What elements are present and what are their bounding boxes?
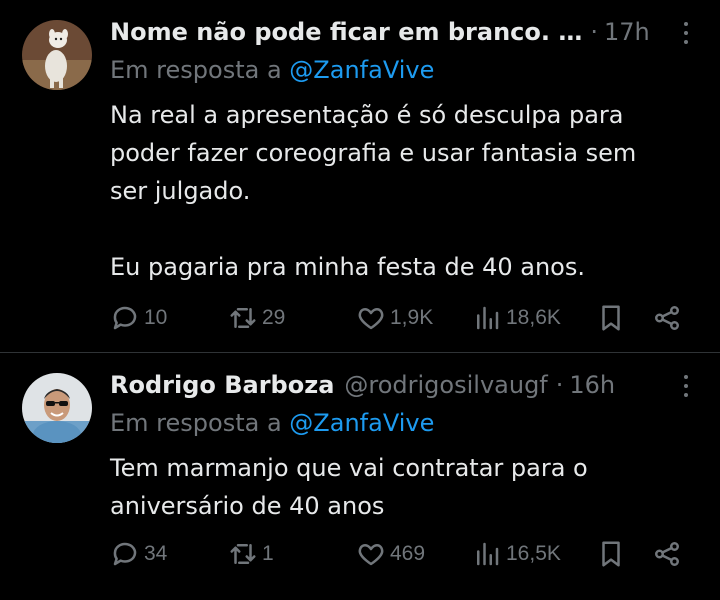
share-icon bbox=[655, 542, 679, 566]
user-handle[interactable]: @rodrigosilvaugf bbox=[344, 371, 547, 399]
reply-icon bbox=[113, 306, 137, 330]
reply-button[interactable]: 10 bbox=[110, 300, 167, 336]
views-icon bbox=[477, 306, 499, 330]
reply-mention-link[interactable]: @ZanfaVive bbox=[289, 56, 434, 84]
like-icon bbox=[358, 544, 384, 566]
reply-context: Em resposta a @ZanfaVive bbox=[110, 409, 434, 437]
views-button[interactable]: 16,5K bbox=[472, 536, 561, 572]
retweet-icon bbox=[230, 308, 256, 328]
more-icon[interactable] bbox=[674, 18, 698, 48]
views-count: 16,5K bbox=[506, 542, 561, 565]
reply-count: 10 bbox=[144, 306, 168, 329]
retweet-count: 29 bbox=[262, 306, 286, 329]
views-icon bbox=[477, 542, 499, 566]
timestamp[interactable]: 17h bbox=[604, 18, 650, 46]
like-button[interactable]: 1,9K bbox=[356, 300, 433, 336]
bookmark-icon bbox=[602, 305, 620, 331]
separator-dot: · bbox=[590, 18, 598, 46]
separator-dot: · bbox=[555, 371, 564, 399]
tweet-reply[interactable]: Rodrigo Barboza @rodrigosilvaugf · 16h E… bbox=[0, 353, 720, 600]
dog-avatar-image bbox=[22, 20, 92, 90]
reply-button[interactable]: 34 bbox=[110, 536, 167, 572]
bookmark-button[interactable] bbox=[596, 300, 626, 336]
like-count: 1,9K bbox=[390, 306, 434, 329]
retweet-count: 1 bbox=[262, 542, 274, 565]
reply-context: Em resposta a @ZanfaVive bbox=[110, 56, 434, 84]
retweet-icon bbox=[230, 544, 256, 564]
reply-prefix: Em resposta a bbox=[110, 409, 282, 437]
retweet-button[interactable]: 1 bbox=[228, 536, 274, 572]
share-icon bbox=[655, 306, 679, 330]
views-button[interactable]: 18,6K bbox=[472, 300, 561, 336]
timestamp[interactable]: 16h bbox=[569, 371, 615, 399]
reply-icon bbox=[113, 542, 137, 566]
reply-prefix: Em resposta a bbox=[110, 56, 282, 84]
tweet-header: Rodrigo Barboza @rodrigosilvaugf · 16h bbox=[110, 367, 615, 403]
retweet-button[interactable]: 29 bbox=[228, 300, 285, 336]
share-button[interactable] bbox=[652, 536, 682, 572]
person-avatar-image bbox=[22, 373, 92, 443]
bookmark-icon bbox=[602, 541, 620, 567]
share-button[interactable] bbox=[652, 300, 682, 336]
more-icon[interactable] bbox=[674, 371, 698, 401]
action-bar: 10 29 1,9K 18,6K bbox=[110, 300, 690, 336]
tweet-reply[interactable]: Nome não pode ficar em branco. … · 17h E… bbox=[0, 0, 720, 352]
like-button[interactable]: 469 bbox=[356, 536, 425, 572]
like-icon bbox=[358, 308, 384, 330]
avatar[interactable] bbox=[22, 20, 92, 90]
action-bar: 34 1 469 16,5K bbox=[110, 536, 690, 572]
reply-count: 34 bbox=[144, 542, 168, 565]
reply-mention-link[interactable]: @ZanfaVive bbox=[289, 409, 434, 437]
tweet-header: Nome não pode ficar em branco. … · 17h bbox=[110, 14, 650, 50]
bookmark-button[interactable] bbox=[596, 536, 626, 572]
avatar[interactable] bbox=[22, 373, 92, 443]
views-count: 18,6K bbox=[506, 306, 561, 329]
display-name[interactable]: Nome não pode ficar em branco. … bbox=[110, 18, 582, 46]
tweet-text: Tem marmanjo que vai contratar para o an… bbox=[110, 454, 588, 520]
like-count: 469 bbox=[390, 542, 426, 565]
tweet-text: Na real a apresentação é só desculpa par… bbox=[110, 101, 637, 281]
display-name[interactable]: Rodrigo Barboza bbox=[110, 371, 334, 399]
